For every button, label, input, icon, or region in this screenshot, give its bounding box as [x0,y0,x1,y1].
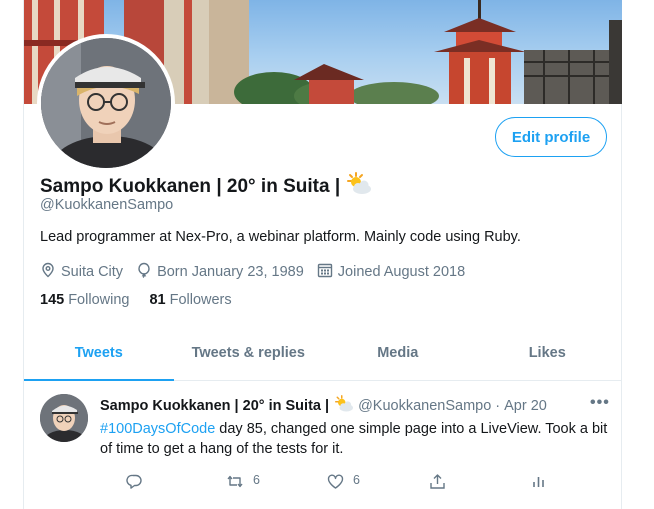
followers-link[interactable]: 81 Followers [149,292,231,308]
analytics-icon [530,473,547,493]
analytics-button[interactable] [530,473,547,493]
tweet-author-handle[interactable]: @KuokkanenSampo [358,398,491,414]
tab-tweets-and-replies[interactable]: Tweets & replies [174,326,324,380]
tweet[interactable]: Sampo Kuokkanen | 20° in Suita | @Kuokka… [24,382,622,509]
sun-behind-cloud-icon [346,172,372,202]
retweet-count: 6 [253,473,260,487]
share-button[interactable] [429,473,446,493]
profile-avatar[interactable] [37,34,175,172]
profile-meta: Suita City Born January 23, 1989 Joined … [40,262,478,282]
more-options-icon[interactable]: ••• [590,394,610,412]
tweet-date[interactable]: Apr 20 [504,398,547,414]
birthday-text: Born January 23, 1989 [157,264,304,280]
tweet-actions: 6 6 [100,473,544,493]
profile-tabs: Tweets Tweets & replies Media Likes [24,326,622,381]
calendar-icon [317,262,338,282]
tweet-separator: · [495,398,501,414]
reply-icon [126,473,143,493]
location: Suita City [40,262,123,282]
join-date: Joined August 2018 [317,262,465,282]
profile-column: Edit profile Sampo Kuokkanen | 20° in Su… [23,0,622,509]
followers-count: 81 [149,292,166,308]
sun-behind-cloud-icon [334,395,354,417]
profile-name-text: Sampo Kuokkanen | 20° in Suita | [40,176,341,197]
following-count: 145 [40,292,65,308]
retweet-button[interactable]: 6 [226,473,260,493]
retweet-icon [226,473,244,493]
reply-button[interactable] [126,473,143,493]
tweet-text: #100DaysOfCode day 85, changed one simpl… [100,419,608,459]
edit-profile-button[interactable]: Edit profile [495,117,607,157]
tweet-hashtag[interactable]: #100DaysOfCode [100,421,215,437]
tweet-author-name[interactable]: Sampo Kuokkanen | 20° in Suita | [100,398,329,414]
followers-label: Followers [169,292,232,308]
tab-media[interactable]: Media [323,326,473,380]
heart-icon [327,473,344,493]
like-button[interactable]: 6 [327,473,360,493]
location-pin-icon [40,262,61,282]
following-link[interactable]: 145 Following [40,292,129,308]
join-date-text: Joined August 2018 [337,264,466,280]
following-label: Following [68,292,130,308]
tab-likes[interactable]: Likes [473,326,623,380]
profile-handle: @KuokkanenSampo [40,197,174,213]
balloon-icon [136,262,157,282]
follow-stats: 145 Following 81 Followers [40,292,252,308]
tweet-avatar[interactable] [40,394,88,442]
birthday: Born January 23, 1989 [136,262,304,282]
location-text: Suita City [61,264,124,280]
share-icon [429,473,446,493]
tab-tweets[interactable]: Tweets [24,326,174,381]
tweet-header: Sampo Kuokkanen | 20° in Suita | @Kuokka… [100,395,547,417]
profile-bio: Lead programmer at Nex-Pro, a webinar pl… [40,229,521,245]
like-count: 6 [353,473,360,487]
